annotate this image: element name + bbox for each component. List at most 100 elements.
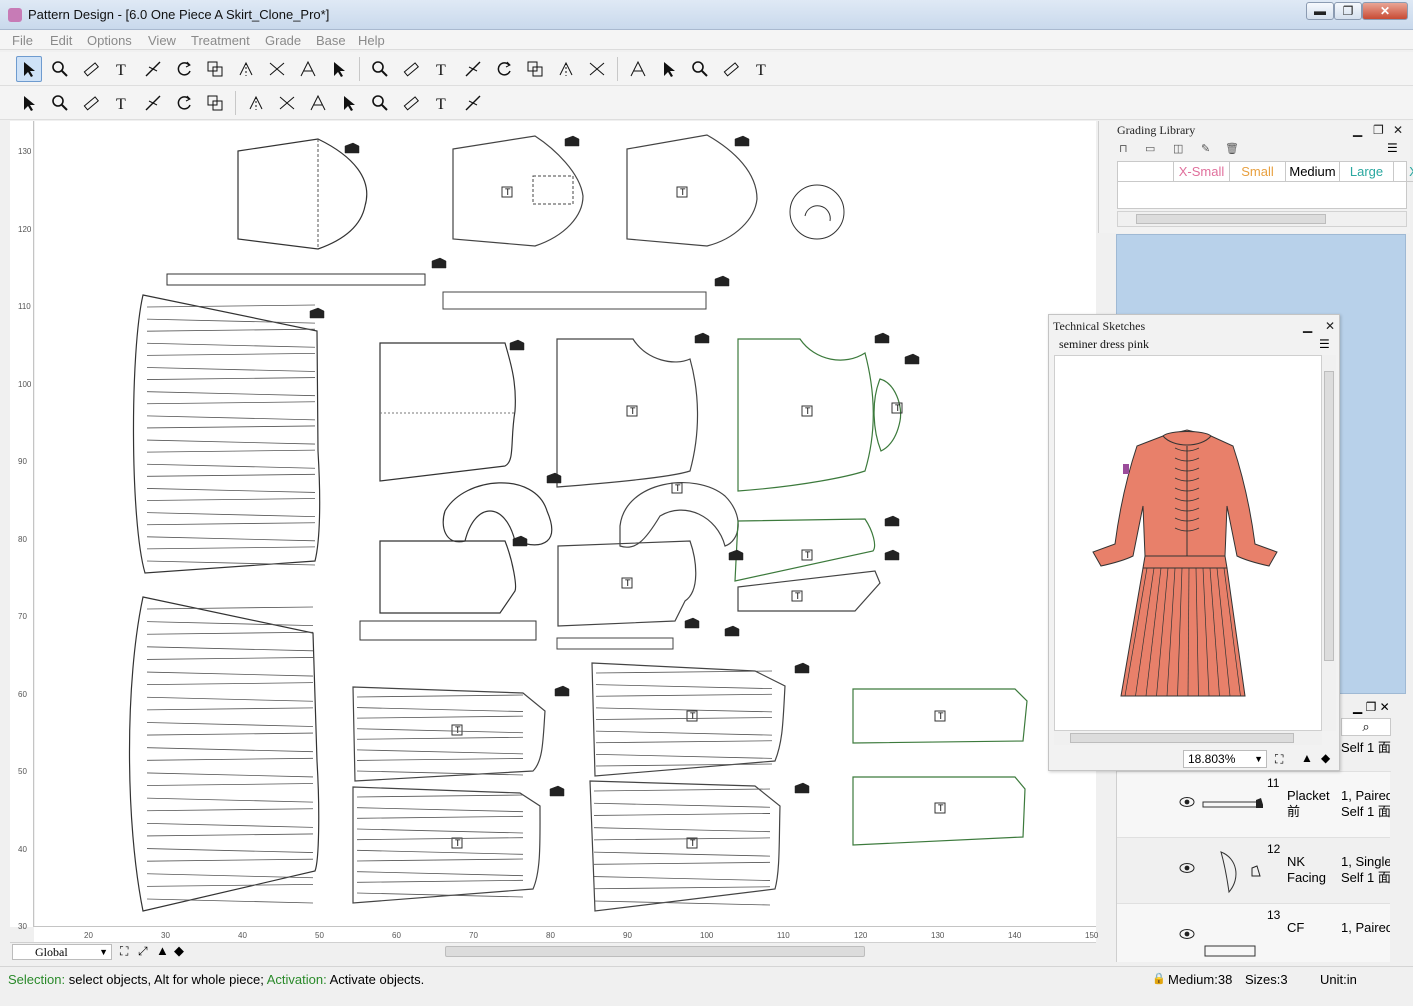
pleat-line[interactable] (146, 772, 314, 778)
pleat-line[interactable] (146, 415, 316, 421)
edit-tool-button[interactable] (522, 56, 548, 82)
piece-status-icon[interactable] (344, 142, 360, 154)
small-collar-piece[interactable]: T (873, 378, 903, 452)
pleat-line[interactable] (356, 837, 524, 841)
move-tool-button[interactable] (140, 90, 166, 116)
pleat-line[interactable] (593, 876, 771, 881)
piece-status-icon[interactable] (512, 535, 528, 547)
pleat-line[interactable] (595, 740, 773, 744)
pleat-line[interactable] (356, 694, 524, 698)
piece-outline[interactable] (452, 135, 584, 247)
menu-grade[interactable]: Grade (265, 33, 301, 48)
skirt-bottom-mid-piece[interactable]: T (589, 780, 781, 912)
skirt-lower-left-piece[interactable]: T (352, 686, 546, 782)
pleat-line[interactable] (356, 871, 524, 877)
pleat-line[interactable] (146, 833, 314, 837)
piece-list-row[interactable]: 11 Placket 前 1, Paired Self 1 面 (1117, 772, 1393, 838)
split-tool-button[interactable] (625, 56, 651, 82)
menu-file[interactable]: File (12, 33, 33, 48)
select-tool-button[interactable] (16, 56, 42, 82)
piece-status-icon[interactable] (509, 339, 525, 351)
measure-tool-button[interactable] (78, 56, 104, 82)
piece-outline[interactable] (442, 482, 553, 546)
scroll-thumb[interactable] (445, 946, 865, 957)
angle-tool-button[interactable] (460, 90, 486, 116)
piece-outline[interactable] (873, 378, 902, 452)
pleat-line[interactable] (146, 848, 314, 853)
fit-page-icon[interactable]: ⛶ (120, 944, 128, 959)
piece-status-icon[interactable] (546, 472, 562, 484)
box-tool-button[interactable] (243, 90, 269, 116)
size-column-header[interactable]: Medium (1286, 162, 1340, 182)
pocket-green-piece[interactable]: T (852, 688, 1028, 744)
piece-list-row[interactable]: 13 CF 1, Paired (1117, 904, 1393, 962)
piece-status-icon[interactable] (874, 332, 890, 344)
pleat-line[interactable] (146, 747, 314, 753)
search-icon[interactable]: ⌕ (1341, 718, 1391, 736)
pleat-line[interactable] (146, 646, 314, 652)
menu-treatment[interactable]: Treatment (191, 33, 250, 48)
pleat-tool-button[interactable] (16, 90, 42, 116)
pocket-bag-green-piece[interactable]: T (852, 776, 1026, 846)
curve-tool-button[interactable] (491, 56, 517, 82)
zoom-select[interactable]: 18.803% ▼ (1183, 750, 1267, 768)
shape-tool-button[interactable] (171, 90, 197, 116)
menu-options[interactable]: Options (87, 33, 132, 48)
pleat-line[interactable] (356, 758, 524, 761)
pleat-line[interactable] (593, 802, 771, 808)
pleat-line[interactable] (146, 304, 316, 308)
pleat-line[interactable] (593, 861, 771, 865)
piece-status-icon[interactable] (904, 353, 920, 365)
pleat-line[interactable] (146, 757, 314, 761)
pleat-line[interactable] (146, 498, 316, 501)
pleat-line[interactable] (146, 808, 314, 812)
pleat-line[interactable] (146, 682, 314, 686)
sketch-horizontal-scrollbar[interactable] (1054, 731, 1322, 745)
grade-copy-icon[interactable]: ◫ (1173, 142, 1183, 155)
pleat-line[interactable] (146, 732, 314, 736)
lower-front-piece[interactable] (379, 540, 517, 614)
piece-list-row[interactable]: 12 NK Facing 1, Single Self 1 面 (1117, 838, 1392, 904)
mountain-icon[interactable]: ▲ (1301, 751, 1313, 765)
size-column-header[interactable]: X-Small (1174, 162, 1230, 182)
pleat-line[interactable] (146, 342, 316, 348)
pleat-line[interactable] (356, 749, 524, 755)
hand-tool-button[interactable] (367, 90, 393, 116)
pleat-line[interactable] (356, 879, 524, 883)
piece-status-icon[interactable] (724, 625, 740, 637)
mountain-filled-icon[interactable]: ◆ (1321, 751, 1330, 765)
panel-minimize-button[interactable]: ▁ (1353, 123, 1362, 137)
size-column-header[interactable]: Small (1230, 162, 1286, 182)
front-bodice-green-piece[interactable]: T (737, 338, 874, 492)
sketch-minimize-button[interactable]: ▁ (1303, 319, 1312, 333)
menu-edit[interactable]: Edit (50, 33, 72, 48)
fit-width-icon[interactable]: ⤢ (138, 944, 148, 959)
pleat-line[interactable] (146, 473, 316, 477)
pleat-line[interactable] (595, 717, 773, 720)
pleat-line[interactable] (356, 849, 524, 855)
rotate-tool-button[interactable] (171, 56, 197, 82)
skirt-front-panel[interactable] (132, 294, 321, 574)
target-tool-button[interactable] (584, 56, 610, 82)
belt-piece[interactable] (442, 291, 707, 310)
rotate-left-tool-button[interactable] (398, 90, 424, 116)
polygon-tool-button[interactable]: T (429, 56, 455, 82)
pleat-line[interactable] (595, 693, 773, 697)
pleat-line[interactable] (146, 536, 316, 542)
pleat-line[interactable] (595, 707, 773, 713)
fit-page-icon[interactable]: ⛶ (1275, 752, 1283, 767)
pleat-line[interactable] (356, 807, 524, 813)
sleeve-piece[interactable] (237, 138, 368, 250)
piece-outline[interactable] (352, 686, 546, 782)
piece-outline[interactable] (379, 342, 516, 482)
piece-outline[interactable] (737, 570, 881, 612)
pleat-line[interactable] (595, 670, 773, 674)
piece-status-icon[interactable] (714, 275, 730, 287)
pleat-line[interactable] (593, 900, 771, 906)
menu-base[interactable]: Base (316, 33, 346, 48)
pleat-line[interactable] (593, 851, 771, 857)
pleat-line[interactable] (146, 671, 314, 677)
pleat-line[interactable] (146, 352, 316, 356)
piece-outline[interactable] (237, 138, 368, 250)
piece-status-icon[interactable] (734, 135, 750, 147)
